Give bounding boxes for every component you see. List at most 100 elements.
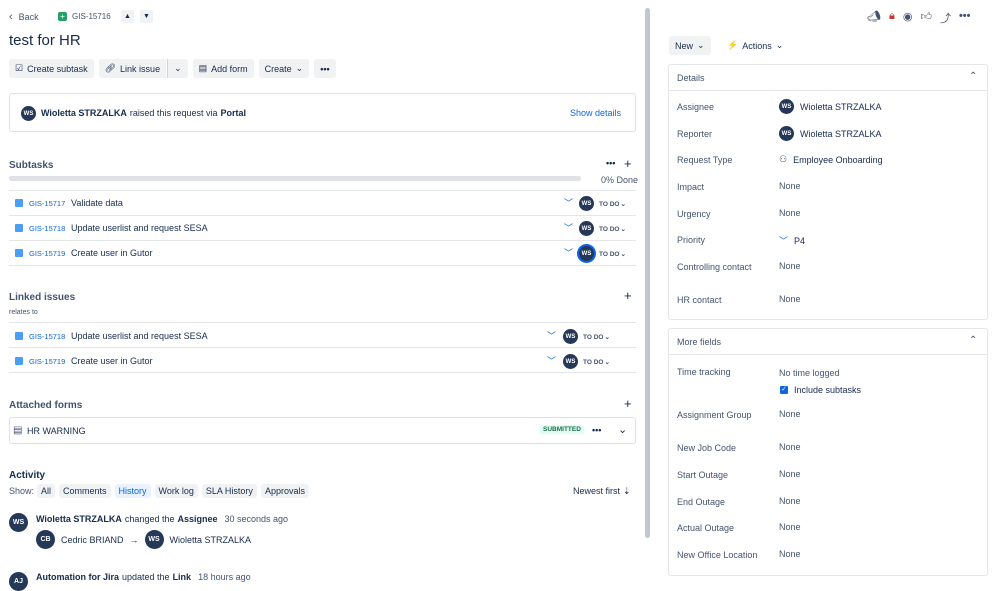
- field-value[interactable]: ﹀ P4: [779, 234, 805, 247]
- prev-issue-button[interactable]: ▲: [121, 10, 134, 23]
- activity-tab[interactable]: Work log: [154, 484, 198, 498]
- field-value[interactable]: None: [779, 294, 801, 304]
- linked-issue-summary[interactable]: Update userlist and request SESA: [71, 331, 208, 341]
- more-fields-title[interactable]: More fields: [677, 337, 721, 347]
- linked-issue-key[interactable]: GIS-15719: [29, 357, 65, 366]
- activity-tab[interactable]: Approvals: [260, 484, 309, 498]
- subtask-key[interactable]: GIS-15717: [29, 199, 65, 208]
- more-icon[interactable]: •••: [959, 10, 971, 26]
- left-scrollbar[interactable]: [645, 8, 650, 538]
- include-subtasks-toggle[interactable]: ✓ Include subtasks: [780, 385, 861, 395]
- avatar[interactable]: WS: [563, 329, 578, 344]
- back-link[interactable]: ‹ Back: [9, 11, 39, 23]
- subtasks-more-button[interactable]: •••: [606, 158, 615, 168]
- add-form-icon[interactable]: +: [624, 396, 632, 411]
- status-dropdown[interactable]: TO DO ⌄: [583, 358, 610, 367]
- more-actions-button[interactable]: •••: [314, 59, 336, 78]
- time-tracking-value[interactable]: No time logged: [779, 368, 840, 378]
- form-name: HR WARNING: [27, 426, 86, 436]
- arrow-icon: →: [129, 534, 139, 545]
- subtask-progress-bar: [9, 176, 581, 181]
- toolbar: ☑ Create subtask 🔗︎ Link issue ⌄ ▤ Add form…: [9, 59, 336, 78]
- activity-tab[interactable]: Comments: [59, 484, 111, 498]
- page-title[interactable]: test for HR: [9, 32, 81, 49]
- chevron-down-icon: ⌄: [604, 359, 610, 366]
- field-value[interactable]: ⚇ Employee Onboarding: [779, 154, 883, 165]
- request-type-icon: ⚇: [779, 154, 788, 164]
- from-user: Cedric BRIAND: [61, 534, 124, 545]
- linked-issue-summary[interactable]: Create user in Gutor: [71, 356, 153, 366]
- avatar[interactable]: WS: [579, 196, 594, 211]
- subtask-key[interactable]: GIS-15719: [29, 249, 65, 258]
- request-info-text: Wioletta STRZALKA raised this request vi…: [41, 108, 246, 118]
- checkbox-checked-icon[interactable]: ✓: [780, 386, 788, 394]
- add-form-button[interactable]: ▤ Add form: [192, 59, 254, 78]
- collapse-more-fields-icon[interactable]: ⌃: [969, 335, 977, 346]
- subtask-summary[interactable]: Create user in Gutor: [71, 248, 153, 258]
- field-value[interactable]: None: [779, 208, 801, 218]
- sort-button[interactable]: Newest first ⇣: [573, 486, 631, 497]
- activity-show-label: Show:: [9, 486, 35, 496]
- field-value[interactable]: None: [779, 261, 801, 271]
- status-dropdown[interactable]: TO DO ⌄: [599, 200, 626, 209]
- create-button[interactable]: Create ⌄: [258, 59, 310, 78]
- avatar[interactable]: WS: [563, 354, 578, 369]
- field-value[interactable]: WS Wioletta STRZALKA: [779, 99, 882, 114]
- lock-icon[interactable]: 🔒︎: [889, 10, 895, 26]
- add-subtask-icon[interactable]: +: [624, 156, 632, 171]
- field-value[interactable]: None: [779, 549, 801, 559]
- field-value[interactable]: None: [779, 522, 801, 532]
- subtask-key[interactable]: GIS-15718: [29, 224, 65, 233]
- activity-tab[interactable]: History: [114, 484, 151, 498]
- next-issue-button[interactable]: ▼: [140, 10, 153, 23]
- activity-user[interactable]: Wioletta STRZALKA: [36, 514, 122, 524]
- field-value[interactable]: None: [779, 181, 801, 191]
- eye-icon[interactable]: ◉: [903, 10, 913, 26]
- field-value[interactable]: WS Wioletta STRZALKA: [779, 126, 882, 141]
- priority-low-icon: ﹀: [564, 223, 574, 233]
- activity-time: 30 seconds ago: [224, 514, 289, 524]
- avatar[interactable]: WS: [579, 221, 594, 236]
- status-dropdown[interactable]: TO DO ⌄: [583, 333, 610, 342]
- field-value[interactable]: None: [779, 409, 801, 419]
- share-icon[interactable]: ⤴: [940, 10, 951, 26]
- collapse-details-icon[interactable]: ⌃: [969, 71, 977, 82]
- subtask-progress-label: 0% Done: [601, 175, 639, 185]
- activity-tab[interactable]: SLA History: [201, 484, 257, 498]
- field-value[interactable]: None: [779, 442, 801, 452]
- megaphone-icon[interactable]: 📣︎: [867, 10, 881, 26]
- chevron-down-icon: ⌄: [604, 334, 610, 341]
- form-more-button[interactable]: •••: [592, 425, 601, 435]
- activity-tab[interactable]: All: [37, 484, 56, 498]
- details-panel: Details ⌃ Assignee WS Wioletta STRZALKA Re…: [668, 64, 988, 320]
- relation-label: relates to: [9, 309, 38, 316]
- link-issue-button[interactable]: 🔗︎ Link issue: [98, 59, 167, 78]
- field-value[interactable]: None: [779, 469, 801, 479]
- add-link-icon[interactable]: +: [624, 288, 632, 303]
- subtask-summary[interactable]: Validate data: [71, 198, 123, 208]
- breadcrumb[interactable]: + GIS-15716: [58, 12, 111, 21]
- field-label: HR contact: [677, 295, 722, 305]
- subtask-summary[interactable]: Update userlist and request SESA: [71, 223, 208, 233]
- actions-button[interactable]: ⚡ Actions ⌄: [727, 40, 783, 51]
- thumbs-up-icon[interactable]: 👍︎: [920, 10, 932, 26]
- status-dropdown[interactable]: TO DO ⌄: [599, 250, 626, 259]
- avatar: WS: [144, 530, 164, 549]
- avatar[interactable]: WS: [579, 246, 594, 261]
- linked-issue-key[interactable]: GIS-15718: [29, 332, 65, 341]
- field-value[interactable]: None: [779, 496, 801, 506]
- status-button[interactable]: New ⌄: [669, 36, 711, 55]
- lightning-icon: ⚡: [727, 40, 739, 50]
- link-issue-dropdown[interactable]: ⌄: [167, 59, 188, 78]
- avatar: CB: [36, 530, 55, 549]
- request-user[interactable]: Wioletta STRZALKA: [41, 108, 127, 118]
- field-label: Assignee: [677, 102, 715, 112]
- details-title[interactable]: Details: [677, 73, 705, 83]
- back-label: Back: [18, 12, 39, 22]
- activity-user[interactable]: Automation for Jira: [36, 572, 119, 582]
- create-subtask-button[interactable]: ☑ Create subtask: [9, 59, 94, 78]
- form-expand-button[interactable]: ⌄: [618, 423, 627, 436]
- show-details-link[interactable]: Show details: [570, 108, 621, 118]
- priority-low-icon: ﹀: [547, 356, 557, 366]
- status-dropdown[interactable]: TO DO ⌄: [599, 225, 626, 234]
